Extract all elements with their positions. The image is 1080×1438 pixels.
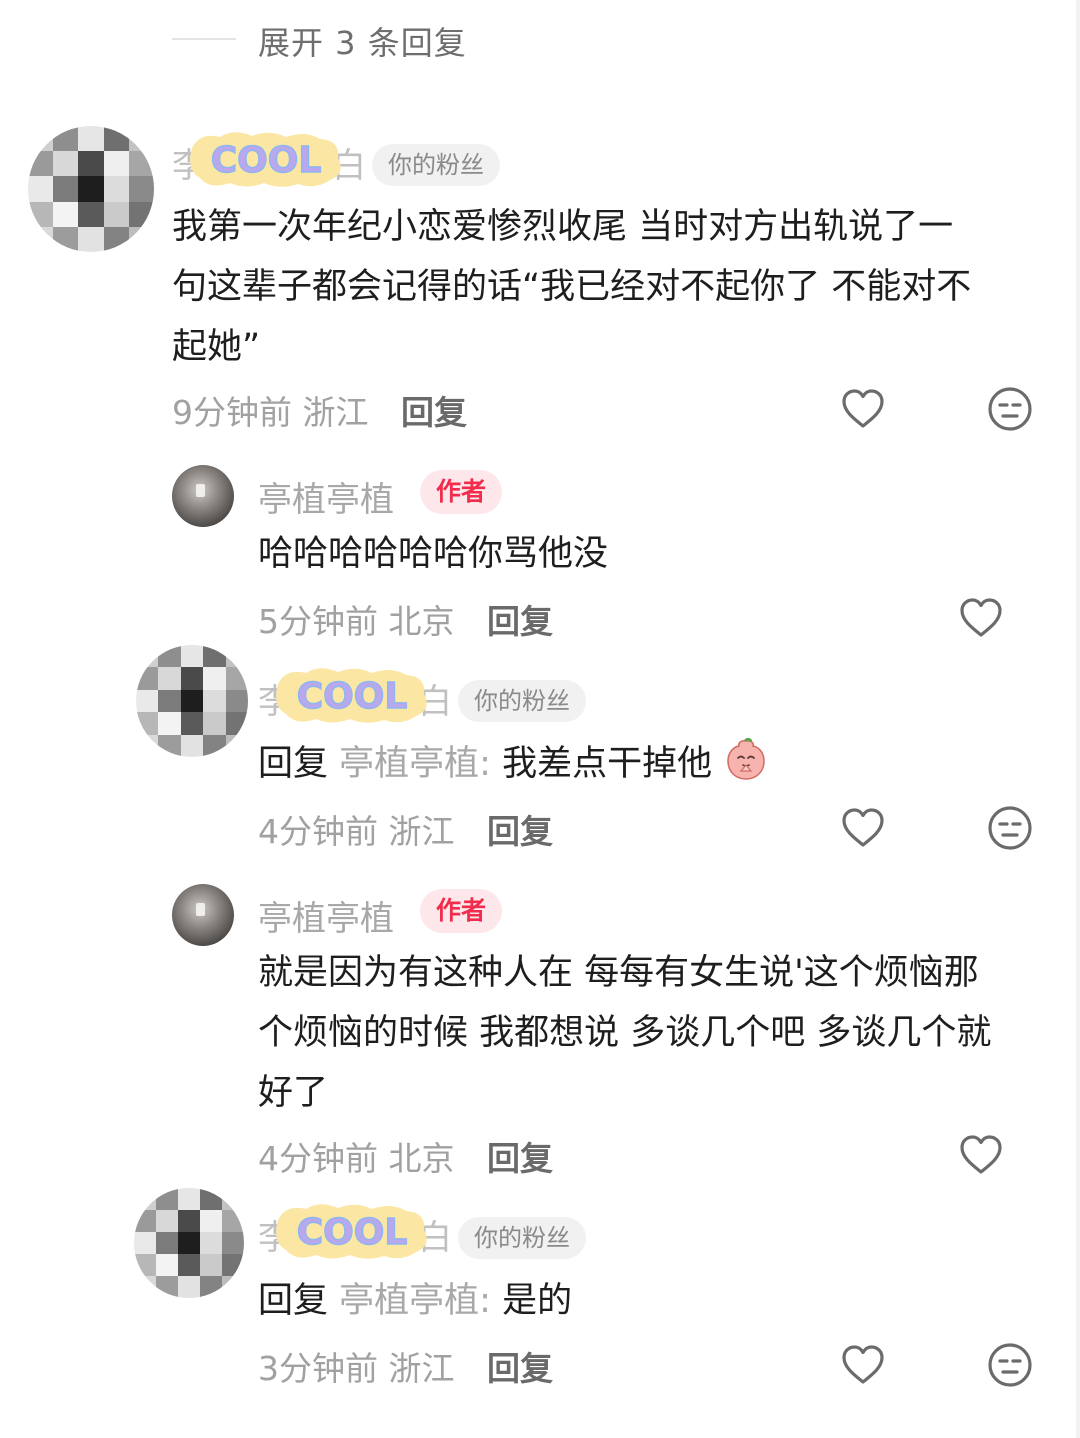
neutral-face-icon[interactable] [986, 1341, 1034, 1389]
username[interactable]: 李白 COOL [258, 664, 452, 723]
reply-body: 是的 [502, 1281, 573, 1321]
comment-line: 好了 [258, 1073, 329, 1113]
avatar[interactable] [28, 126, 154, 252]
avatar[interactable] [134, 1188, 244, 1298]
cool-badge-icon: COOL [276, 1204, 427, 1259]
timestamp: 9分钟前 [172, 393, 292, 432]
heart-outline-icon[interactable] [957, 1131, 1005, 1179]
comment-meta: 5分钟前 北京 回复 [258, 595, 553, 643]
location: 北京 [388, 602, 455, 641]
location: 北京 [388, 1139, 455, 1178]
author-name[interactable]: 亭植亭植 [258, 472, 394, 521]
comment-text: 我第一次年纪小恋爱惨烈收尾 当时对方出轨说了一 句这辈子都会记得的话“我已经对不… [172, 197, 1042, 377]
scrollbar[interactable] [1076, 0, 1080, 1438]
timestamp: 5分钟前 [258, 602, 378, 641]
cool-badge-text: COOL [297, 676, 408, 717]
cool-badge-text: COOL [211, 140, 322, 181]
reply-button[interactable]: 回复 [487, 812, 553, 851]
comment-meta: 9分钟前 浙江 回复 [172, 386, 467, 434]
location: 浙江 [388, 1349, 455, 1388]
timestamp: 4分钟前 [258, 1139, 378, 1178]
expand-divider [172, 38, 236, 40]
neutral-face-icon[interactable] [986, 804, 1034, 852]
reply-button[interactable]: 回复 [487, 1139, 553, 1178]
cool-badge-text: COOL [297, 1212, 408, 1253]
comment-text: 就是因为有这种人在 每每有女生说'这个烦恼那 个烦恼的时候 我都想说 多谈几个吧… [258, 943, 1048, 1123]
fan-tag: 你的粉丝 [372, 144, 500, 186]
comment-meta: 4分钟前 北京 回复 [258, 1132, 553, 1180]
timestamp: 4分钟前 [258, 812, 378, 851]
comment-meta: 4分钟前 浙江 回复 [258, 805, 553, 853]
location: 浙江 [302, 393, 369, 432]
timestamp: 3分钟前 [258, 1349, 378, 1388]
author-name[interactable]: 亭植亭植 [258, 891, 394, 940]
neutral-face-icon[interactable] [986, 385, 1034, 433]
fan-tag: 你的粉丝 [458, 680, 586, 722]
avatar[interactable] [136, 645, 248, 757]
cool-badge-icon: COOL [276, 668, 427, 723]
comment-line: 句这辈子都会记得的话“我已经对不起你了 不能对不 [172, 267, 972, 307]
location: 浙江 [388, 812, 455, 851]
heart-outline-icon[interactable] [839, 385, 887, 433]
comment-text: 回复 亭植亭植: 是的 [258, 1271, 572, 1331]
comment-text: 哈哈哈哈哈哈你骂他没 [258, 534, 609, 574]
comment-meta: 3分钟前 浙江 回复 [258, 1342, 553, 1390]
heart-outline-icon[interactable] [957, 594, 1005, 642]
comment-line: 我第一次年纪小恋爱惨烈收尾 当时对方出轨说了一 [172, 207, 954, 247]
reply-target[interactable]: 亭植亭植: [339, 1281, 491, 1321]
comment-line: 起她” [172, 327, 261, 367]
reply-prefix: 回复 [258, 1281, 329, 1321]
author-avatar[interactable] [172, 465, 234, 527]
comment-line: 个烦恼的时候 我都想说 多谈几个吧 多谈几个就 [258, 1013, 992, 1053]
comment-line: 就是因为有这种人在 每每有女生说'这个烦恼那 [258, 953, 979, 993]
expand-replies-button[interactable]: 展开 3 条回复 [258, 18, 467, 64]
username[interactable]: 李白 COOL [258, 1200, 452, 1259]
reply-body: 我差点干掉他 [502, 744, 713, 784]
reply-target[interactable]: 亭植亭植: [339, 744, 491, 784]
username[interactable]: 李白 COOL [172, 128, 366, 187]
cool-badge-icon: COOL [190, 132, 341, 187]
author-tag: 作者 [420, 889, 503, 933]
reply-button[interactable]: 回复 [487, 1349, 553, 1388]
reply-button[interactable]: 回复 [487, 602, 553, 641]
heart-outline-icon[interactable] [839, 1341, 887, 1389]
reply-prefix: 回复 [258, 744, 329, 784]
fan-tag: 你的粉丝 [458, 1217, 586, 1259]
author-avatar[interactable] [172, 884, 234, 946]
praying-peach-emoji [727, 737, 766, 780]
heart-outline-icon[interactable] [839, 804, 887, 852]
comment-text: 回复 亭植亭植: 我差点干掉他 [258, 734, 769, 794]
reply-button[interactable]: 回复 [401, 393, 467, 432]
author-tag: 作者 [420, 470, 503, 514]
